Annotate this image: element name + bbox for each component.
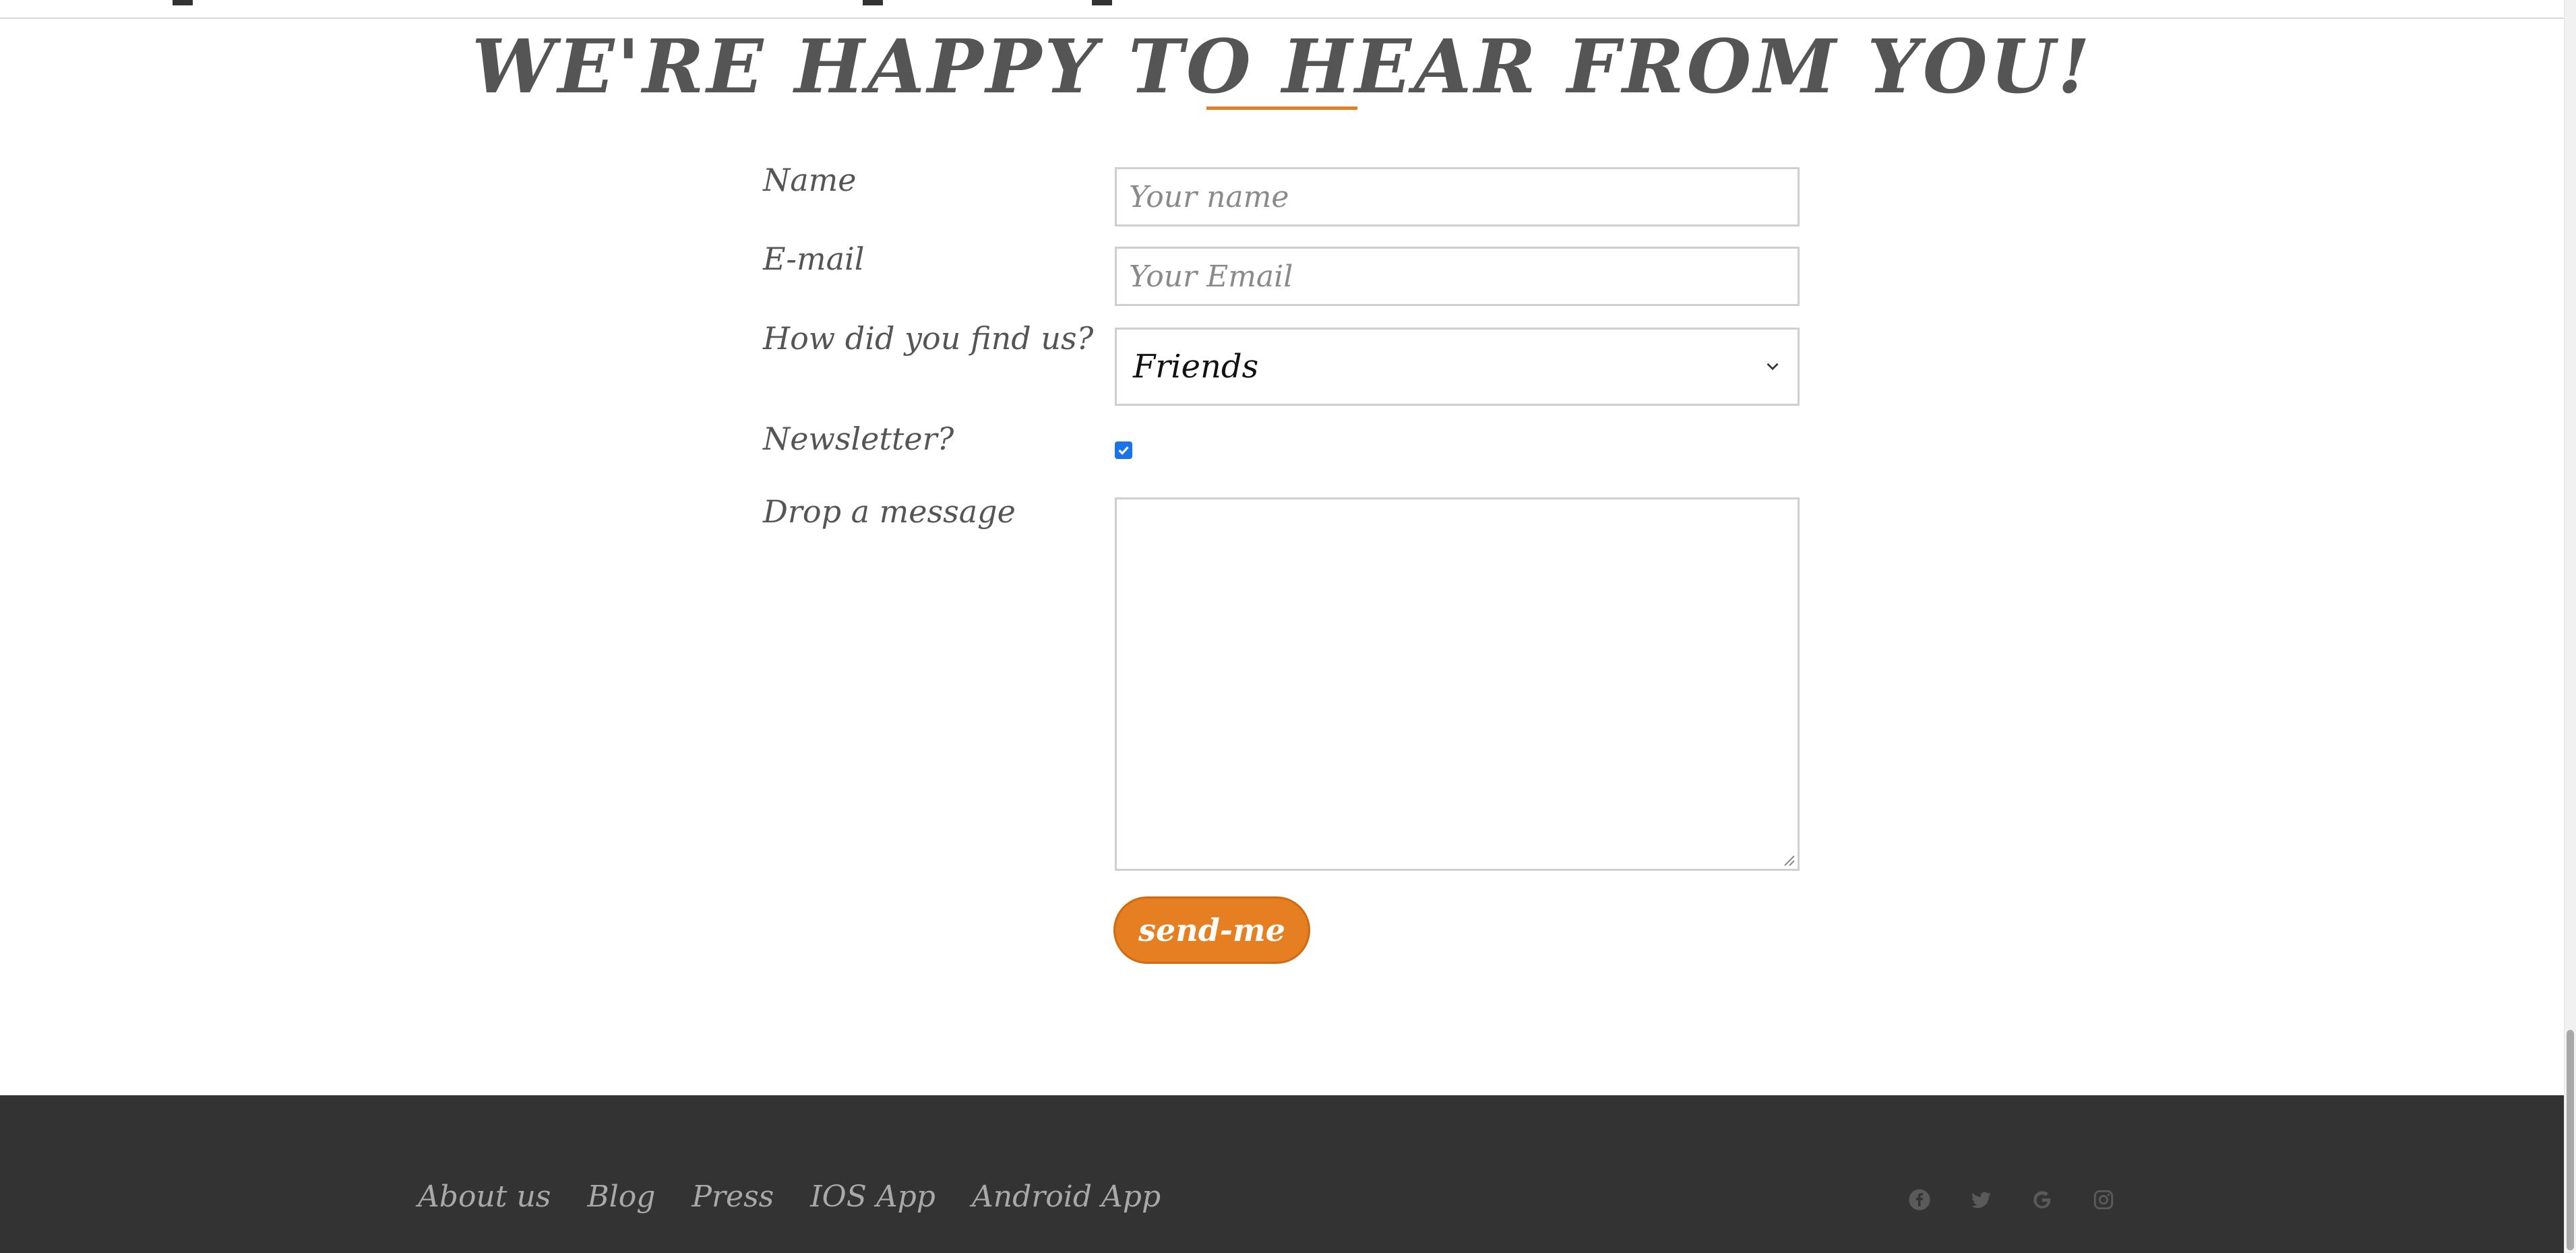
footer-link-about[interactable]: About us (418, 1180, 551, 1214)
checkmark-icon (1118, 446, 1129, 455)
footer-link-blog[interactable]: Blog (587, 1180, 655, 1214)
newsletter-label: Newsletter? (763, 421, 954, 457)
social-links (1907, 1188, 2116, 1212)
top-nav-strip (0, 0, 2565, 19)
title-underline (1206, 106, 1357, 110)
facebook-icon[interactable] (1907, 1188, 1932, 1212)
message-textarea[interactable] (1115, 497, 1800, 871)
footer-link-ios-app[interactable]: IOS App (810, 1180, 936, 1214)
chevron-down-icon (1767, 363, 1779, 371)
instagram-icon[interactable] (2091, 1188, 2116, 1212)
footer-nav: About us Blog Press IOS App Android App (418, 1180, 1161, 1214)
source-label: How did you find us? (763, 320, 1094, 357)
resize-grip-icon[interactable] (1779, 851, 1796, 867)
footer-link-android-app[interactable]: Android App (972, 1180, 1161, 1214)
name-input[interactable] (1115, 167, 1800, 226)
footer-link-press[interactable]: Press (692, 1180, 774, 1214)
nav-fragment (1092, 0, 1112, 5)
source-selected-value: Friends (1133, 348, 1259, 386)
email-label: E-mail (763, 241, 865, 277)
page-scrollbar[interactable] (2564, 0, 2576, 1253)
name-label: Name (763, 162, 857, 198)
twitter-icon[interactable] (1969, 1188, 1993, 1212)
source-select[interactable]: Friends (1115, 328, 1800, 406)
send-button[interactable]: send-me (1113, 896, 1310, 964)
nav-fragment (863, 0, 883, 5)
newsletter-checkbox[interactable] (1115, 441, 1132, 459)
page-title: WE'RE HAPPY TO HEAR FROM YOU! (472, 22, 2093, 110)
scrollbar-thumb[interactable] (2567, 1030, 2574, 1250)
nav-fragment (173, 0, 193, 5)
message-label: Drop a message (763, 493, 1016, 530)
google-icon[interactable] (2030, 1188, 2054, 1212)
footer: About us Blog Press IOS App Android App (0, 1095, 2565, 1253)
email-input[interactable] (1115, 247, 1800, 306)
